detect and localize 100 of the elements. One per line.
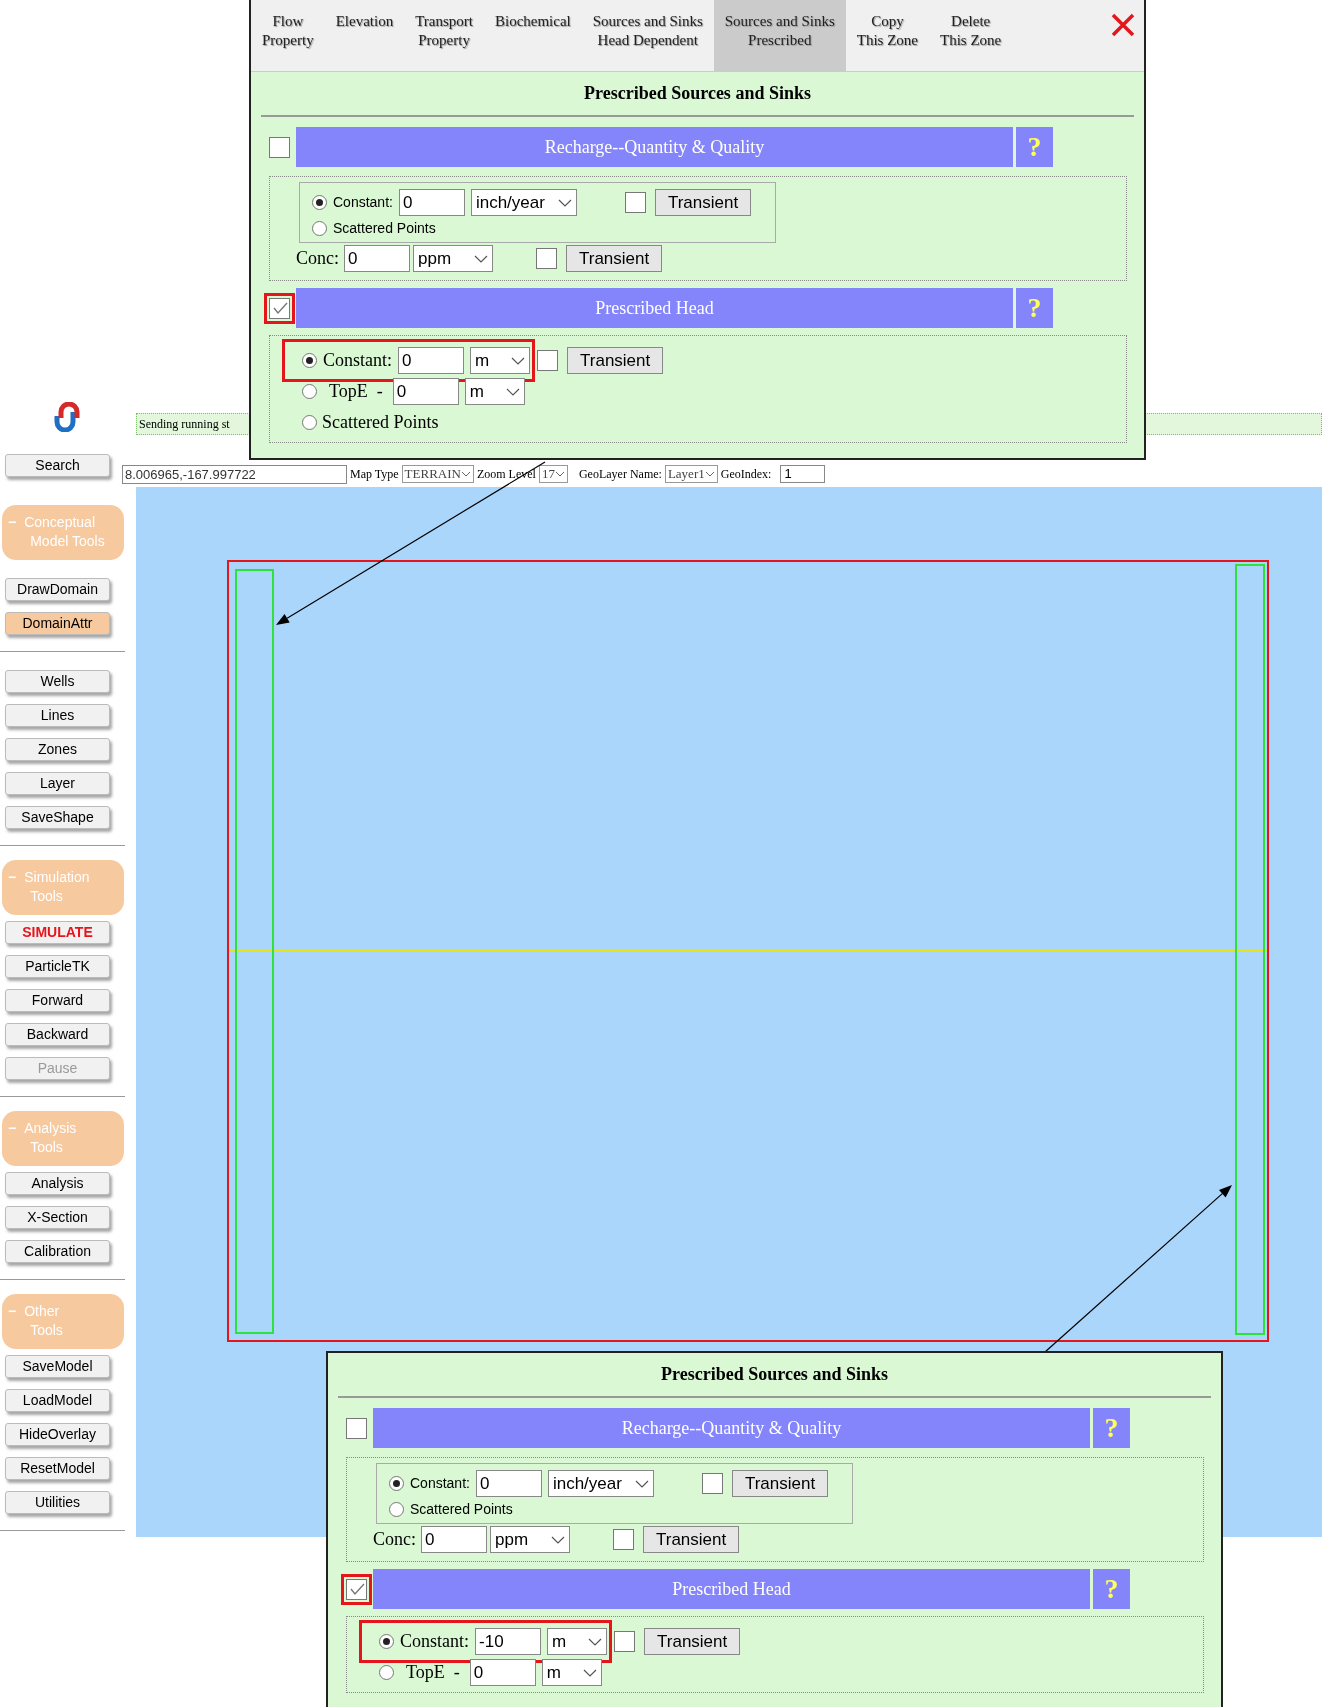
tool-button[interactable]: LoadModel [5, 1389, 110, 1412]
conc-label: Conc: [296, 247, 339, 270]
option-label: Scattered Points [333, 219, 436, 238]
radio-button[interactable] [389, 1502, 404, 1517]
tool-button[interactable]: Layer [5, 772, 110, 795]
radio-button[interactable] [379, 1634, 394, 1649]
unit-dropdown[interactable]: m [464, 378, 525, 405]
unit-dropdown[interactable]: inch/year [547, 1470, 654, 1497]
transient-button[interactable]: Transient [567, 347, 664, 374]
tab[interactable]: Sources and Sinks Prescribed [713, 0, 846, 71]
chevron-icon [554, 471, 565, 477]
radio-button[interactable] [302, 415, 317, 430]
tool-button[interactable]: Lines [5, 704, 110, 727]
value-field[interactable]: 0 [344, 245, 410, 272]
group-title: Analysis Tools [24, 1119, 77, 1157]
tab[interactable]: Sources and Sinks Head Dependent [581, 0, 714, 71]
checkbox[interactable] [613, 1529, 634, 1550]
chevron-icon [557, 198, 572, 207]
unit-dropdown[interactable]: m [541, 1659, 602, 1686]
tool-button[interactable]: X-Section [5, 1206, 110, 1229]
tool-button[interactable]: SIMULATE [5, 921, 110, 944]
tool-button[interactable]: Forward [5, 989, 110, 1012]
value-field[interactable]: -10 [475, 1628, 541, 1655]
unit-dropdown[interactable]: m [547, 1628, 607, 1655]
radio-button[interactable] [379, 1665, 394, 1680]
geoindex-field[interactable]: 1 [780, 465, 826, 483]
unit-dropdown[interactable]: ppm [490, 1526, 570, 1553]
search-button[interactable]: Search [5, 454, 110, 477]
value-field[interactable]: 0 [398, 347, 464, 374]
unit-dropdown[interactable]: ppm [413, 245, 493, 272]
tool-button[interactable]: Analysis [5, 1172, 110, 1195]
checkbox[interactable] [537, 350, 558, 371]
value-field[interactable]: 0 [421, 1526, 487, 1553]
checkbox[interactable] [624, 192, 646, 213]
value-field[interactable]: 0 [469, 1659, 536, 1686]
dropdown[interactable]: TERRAIN [401, 465, 474, 483]
chevron-icon [474, 254, 488, 263]
chevron-icon [588, 1637, 602, 1646]
option-label: TopE - [329, 380, 383, 403]
tab[interactable]: Flow Property [251, 0, 325, 71]
chevron-icon [551, 1535, 565, 1544]
checkbox[interactable] [701, 1473, 723, 1494]
value-field[interactable]: 0 [475, 1470, 542, 1497]
unit-dropdown[interactable]: inch/year [470, 189, 577, 216]
tab[interactable]: Transport Property [404, 0, 484, 71]
tool-button[interactable]: DrawDomain [5, 578, 110, 601]
tab[interactable]: Copy This Zone [845, 0, 929, 71]
tool-button[interactable]: Utilities [5, 1491, 110, 1514]
radio-button[interactable] [312, 195, 327, 210]
tool-button[interactable]: DomainAttr [5, 612, 110, 635]
tool-button[interactable]: Backward [5, 1023, 110, 1046]
option-label: Scattered Points [410, 1500, 513, 1519]
geoindex-label: GeoIndex: [720, 466, 772, 483]
conc-label: Conc: [373, 1528, 416, 1551]
map-type-label: Map Type [350, 466, 399, 483]
transient-button[interactable]: Transient [566, 245, 663, 272]
tab[interactable]: Biochemical [483, 0, 582, 71]
value-field[interactable]: 0 [398, 189, 465, 216]
tool-button[interactable]: SaveModel [5, 1355, 110, 1378]
chevron-icon [582, 1668, 597, 1677]
radio-button[interactable] [312, 221, 327, 236]
radio-button[interactable] [302, 384, 317, 399]
close-icon [1110, 12, 1136, 38]
radio-button[interactable] [302, 353, 317, 368]
transient-button[interactable]: Transient [643, 1526, 740, 1553]
panel-heading: Prescribed Sources and Sinks [338, 1353, 1211, 1398]
option-label: Constant: [410, 1474, 470, 1493]
chevron-icon [511, 356, 525, 365]
tool-button[interactable]: HideOverlay [5, 1423, 110, 1446]
status-text: Sending running st [139, 416, 230, 433]
dropdown[interactable]: 17 [538, 465, 568, 483]
chevron-icon [505, 387, 520, 396]
panel-heading: Prescribed Sources and Sinks [261, 72, 1134, 117]
transient-button[interactable]: Transient [654, 189, 752, 216]
tool-button[interactable]: Calibration [5, 1240, 110, 1263]
option-label: Constant: [323, 349, 392, 372]
dropdown[interactable]: Layer1 [664, 465, 718, 483]
checkbox[interactable] [536, 248, 557, 269]
checkbox[interactable] [269, 136, 290, 158]
transient-button[interactable]: Transient [644, 1628, 741, 1655]
tool-button[interactable]: SaveShape [5, 806, 110, 829]
tool-button[interactable]: ParticleTK [5, 955, 110, 978]
checkbox[interactable] [614, 1631, 635, 1652]
tab[interactable]: Elevation [324, 0, 405, 71]
tab[interactable]: Delete This Zone [929, 0, 1013, 71]
coordinates-field[interactable]: 8.006965,-167.997722 [122, 464, 347, 484]
option-label: Constant: [400, 1630, 469, 1653]
checkbox[interactable] [346, 1417, 367, 1439]
option-label: Constant: [333, 193, 393, 212]
transient-button[interactable]: Transient [731, 1470, 829, 1497]
group-title: Simulation Tools [24, 868, 90, 906]
option-label: Scattered Points [322, 411, 439, 434]
radio-button[interactable] [389, 1476, 404, 1491]
tool-button[interactable]: ResetModel [5, 1457, 110, 1480]
tool-button[interactable]: Zones [5, 738, 110, 761]
value-field[interactable]: 0 [392, 378, 459, 405]
unit-dropdown[interactable]: m [470, 347, 530, 374]
chevron-icon [704, 471, 715, 477]
tool-button[interactable]: Wells [5, 670, 110, 693]
option-label: TopE - [406, 1661, 460, 1684]
